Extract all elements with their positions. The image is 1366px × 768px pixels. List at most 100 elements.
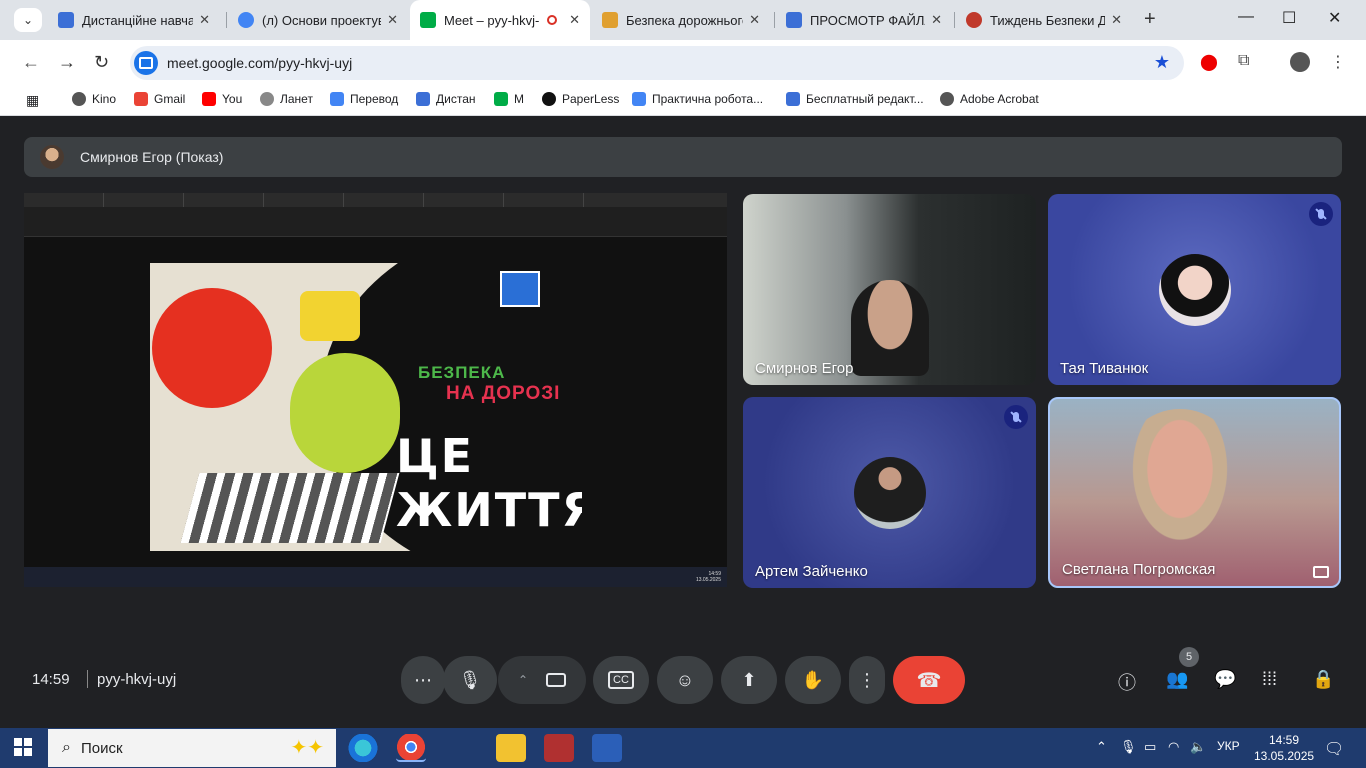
participant-avatar [1159, 254, 1231, 326]
poster-text-3: ЦЕ ЖИТТЯ [396, 429, 582, 537]
close-tab-icon[interactable]: ✕ [1111, 12, 1122, 28]
participant-video [1120, 409, 1240, 559]
new-tab-button[interactable]: + [1144, 8, 1156, 31]
extensions-puzzle-icon[interactable]: ⧉ [1238, 52, 1249, 70]
browser-tab[interactable]: Дистанційне навчан ✕ [48, 0, 220, 40]
bookmark-meet[interactable]: M [494, 92, 524, 106]
address-bar[interactable]: meet.google.com/pyy-hkvj-uyj ★ [130, 46, 1184, 80]
taskbar-clock[interactable]: 14:59 13.05.2025 [1254, 732, 1314, 764]
url-text[interactable]: meet.google.com/pyy-hkvj-uyj [167, 55, 352, 71]
lanet-icon [260, 92, 274, 106]
browser-tab[interactable]: Тиждень Безпеки Д ✕ [956, 0, 1132, 40]
meet-favicon-icon [420, 12, 436, 28]
reload-button[interactable]: ↻ [94, 52, 109, 73]
shared-taskbar: 14:59 13.05.2025 [24, 567, 727, 587]
close-window-button[interactable]: ✕ [1328, 8, 1341, 28]
leave-call-button[interactable]: ☎ [893, 656, 965, 704]
bookmark-practical-work[interactable]: Практична робота... [632, 92, 763, 106]
minimize-button[interactable]: — [1238, 8, 1254, 26]
browser-tab-active[interactable]: Meet – pyy-hkvj- ✕ [410, 0, 590, 40]
microphone-button[interactable]: 🎙 [443, 656, 497, 704]
people-icon [786, 92, 800, 106]
recording-icon [547, 15, 558, 25]
people-count-badge: 5 [1179, 647, 1199, 667]
bookmark-distan[interactable]: Дистан [416, 92, 476, 106]
muted-mic-icon [1309, 202, 1333, 226]
participant-tile[interactable]: Смирнов Егор [743, 194, 1036, 385]
bookmark-lanet[interactable]: Ланет [260, 92, 313, 106]
camera-group[interactable]: ⌃ [498, 656, 586, 704]
bookmarks-bar: ▦ Kino Gmail You Ланет Перевод Дистан M … [0, 86, 1366, 116]
word-icon[interactable] [592, 734, 622, 762]
chrome-menu-icon[interactable]: ⋮ [1330, 52, 1346, 72]
close-tab-icon[interactable]: ✕ [199, 12, 210, 28]
close-tab-icon[interactable]: ✕ [569, 12, 580, 28]
profile-avatar[interactable] [1290, 52, 1310, 72]
bookmark-paperless[interactable]: PaperLess [542, 92, 619, 106]
close-tab-icon[interactable]: ✕ [749, 12, 760, 28]
meeting-info-icon[interactable]: ⓘ [1118, 669, 1136, 695]
volume-icon[interactable]: 🔈 [1190, 739, 1206, 755]
opera-extension-icon[interactable]: ⬤ [1200, 52, 1218, 72]
reactions-button[interactable]: ☺ [657, 656, 713, 704]
bookmark-adobe-acrobat[interactable]: Adobe Acrobat [940, 92, 1039, 106]
kebab-menu-icon: ⋮ [858, 669, 876, 690]
pin-tile-icon[interactable] [1313, 566, 1329, 578]
file-explorer-icon[interactable] [496, 734, 526, 762]
battery-icon[interactable]: ▭ [1144, 739, 1156, 755]
bookmark-gmail[interactable]: Gmail [134, 92, 185, 106]
presenter-banner: Смирнов Егор (Показ) [24, 137, 1342, 177]
forward-button[interactable]: → [58, 52, 76, 73]
bookmark-youtube[interactable]: You [202, 92, 242, 106]
browser-toolbar: ← → ↻ meet.google.com/pyy-hkvj-uyj ★ ⬤ ⧉… [0, 40, 1366, 86]
wifi-icon[interactable]: ◠ [1168, 739, 1179, 755]
bookmark-star-icon[interactable]: ★ [1154, 52, 1170, 73]
maximize-button[interactable]: ☐ [1282, 8, 1296, 28]
participant-tile[interactable]: Артем Зайченко [743, 397, 1036, 588]
windows-start-icon[interactable] [14, 738, 32, 756]
more-options-button[interactable]: ⋮ [849, 656, 885, 704]
bookmark-kino[interactable]: Kino [72, 92, 116, 106]
favicon-icon [238, 12, 254, 28]
shared-screen[interactable]: БЕЗПЕКА НА ДОРОЗІ ЦЕ ЖИТТЯ 14:59 13.05.20… [24, 193, 727, 587]
host-controls-lock-icon[interactable]: 🔒 [1312, 669, 1334, 690]
chrome-icon[interactable] [396, 734, 426, 762]
meet-call-area: Смирнов Егор (Показ) БЕЗПЕКА НА ДОРОЗІ Ц… [8, 120, 1358, 720]
participant-tile[interactable]: Тая Тиванюк [1048, 194, 1341, 385]
present-screen-button[interactable]: ⬆ [721, 656, 777, 704]
pedestrian-sign-icon [500, 271, 540, 307]
edge-icon[interactable] [348, 734, 378, 762]
taskbar-search[interactable]: ⌕ Поиск ✦✦ [48, 729, 336, 767]
browser-tab[interactable]: ПРОСМОТР ФАЙЛА ✕ [776, 0, 952, 40]
red-circle-shape [152, 288, 272, 408]
apps-grid-icon[interactable]: ▦ [26, 92, 39, 109]
microphone-tray-icon[interactable]: 🎙 [1120, 739, 1137, 755]
favicon-icon [966, 12, 982, 28]
chevron-up-icon[interactable]: ⌃ [518, 673, 528, 687]
browser-tab[interactable]: (л) Основи проектув ✕ [228, 0, 408, 40]
meet-site-icon[interactable] [134, 51, 158, 75]
trolleybus-drawing [300, 291, 360, 341]
raise-hand-button[interactable]: ✋ [785, 656, 841, 704]
winrar-icon[interactable] [544, 734, 574, 762]
bookmark-translate[interactable]: Перевод [330, 92, 398, 106]
youtube-icon [202, 92, 216, 106]
notification-center-icon[interactable]: 🗨 [1324, 739, 1344, 759]
language-indicator[interactable]: УКР [1217, 739, 1240, 753]
show-hidden-icons[interactable]: ⌃ [1096, 739, 1107, 755]
tab-search-button[interactable]: ⌄ [14, 8, 42, 32]
participant-tile-speaking[interactable]: Светлана Погромская [1048, 397, 1341, 588]
bookmark-free-editor[interactable]: Бесплатный редакт... [786, 92, 924, 106]
muted-mic-icon [1004, 405, 1028, 429]
browser-tab[interactable]: Безпека дорожнього ✕ [592, 0, 770, 40]
more-options-dots-button[interactable]: ⋯ [401, 656, 445, 704]
captions-button[interactable]: CC [593, 656, 649, 704]
back-button[interactable]: ← [22, 52, 40, 73]
gmail-icon [134, 92, 148, 106]
chat-icon[interactable]: 💬 [1214, 669, 1236, 690]
people-icon[interactable]: 👥 [1166, 669, 1188, 690]
close-tab-icon[interactable]: ✕ [387, 12, 398, 28]
close-tab-icon[interactable]: ✕ [931, 12, 942, 28]
activities-grid-icon[interactable]: ⁞⁞⁞ [1262, 669, 1277, 690]
camera-icon [546, 673, 567, 687]
